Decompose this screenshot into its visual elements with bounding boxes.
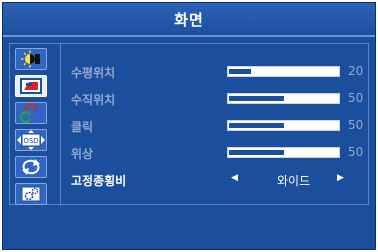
setting-row-aspect-ratio[interactable]: 고정종횡비 ◀ 와이드 ▶ [61,167,369,193]
setting-value: 50 [348,118,364,132]
image-display-icon [20,78,42,94]
right-arrow-icon[interactable]: ▶ [337,173,344,183]
color-icon [20,103,42,123]
setting-row-v-position[interactable]: 수직위치 50 [61,86,369,112]
setting-label: 고정종횡비 [71,174,127,188]
sidebar-item-brightness[interactable] [15,48,47,70]
sidebar-item-color[interactable] [15,102,47,124]
setting-label: 클릭 [71,120,94,134]
settings-icon [21,186,41,202]
slider-fill [229,69,251,74]
slider-fill [229,96,284,101]
brightness-icon [21,50,40,68]
clock-slider[interactable] [227,120,340,131]
setting-row-clock[interactable]: 클릭 50 [61,113,369,139]
category-sidebar: OSD [10,44,54,206]
sidebar-item-image[interactable] [15,75,47,97]
setting-label: 위상 [71,147,94,161]
reset-icon [22,159,40,175]
settings-panel: 수평위치 20 수직위치 50 클릭 50 위상 50 고정종횡비 ◀ 와이드 … [60,44,368,206]
setting-label: 수평위치 [71,66,116,80]
setting-row-phase[interactable]: 위상 50 [61,140,369,166]
left-arrow-icon[interactable]: ◀ [231,173,238,183]
setting-label: 수직위치 [71,93,116,107]
phase-slider[interactable] [227,147,340,158]
sidebar-item-settings[interactable] [15,183,47,205]
aspect-ratio-value: 와이드 [277,174,311,188]
slider-fill [229,123,284,128]
osd-icon-text: OSD [23,137,38,145]
setting-row-h-position[interactable]: 수평위치 20 [61,59,369,85]
setting-value: 50 [348,91,364,105]
sidebar-item-osd[interactable]: OSD [15,129,47,151]
osd-icon: OSD [17,130,45,150]
setting-value: 20 [348,64,364,78]
menu-title: 화면 [3,3,375,37]
menu-body: OSD 수평위치 20 수직위치 50 클릭 50 위상 50 고정종횡비 ◀ … [9,43,369,206]
sidebar-item-reset[interactable] [15,156,47,178]
v-position-slider[interactable] [227,93,340,104]
osd-menu: 화면 OSD 수평위치 20 수직위치 50 클릭 50 위상 50 고정종횡비… [2,2,376,250]
setting-value: 50 [348,145,364,159]
h-position-slider[interactable] [227,66,340,77]
slider-fill [229,150,284,155]
